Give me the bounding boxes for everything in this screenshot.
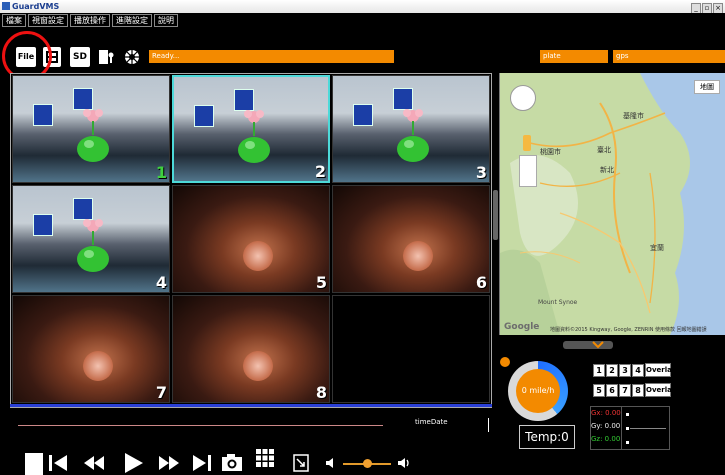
timeline-label: timeDate <box>415 418 448 426</box>
channel-5-button[interactable]: 5 <box>593 384 605 397</box>
overlay2-button[interactable]: Overlay2 <box>645 383 681 397</box>
rewind-icon[interactable] <box>83 455 105 471</box>
panel-splitter[interactable] <box>493 190 498 240</box>
camera-tile-3[interactable]: 3 <box>332 75 490 183</box>
window-title: GuardVMS <box>12 2 60 11</box>
fast-forward-icon[interactable] <box>158 455 180 471</box>
temperature-readout: Temp:0 <box>519 425 575 449</box>
menu-file[interactable]: 檔案 <box>2 14 26 27</box>
camera-tile-7[interactable]: 7 <box>12 295 170 403</box>
play-icon[interactable] <box>123 452 145 474</box>
snapshot-icon[interactable] <box>221 452 243 472</box>
menu-bar: 檔案 視窗設定 播放操作 進階設定 說明 <box>0 13 725 28</box>
gsensor-gx: Gx: 0.00 <box>591 409 621 417</box>
skip-start-icon[interactable] <box>47 453 69 473</box>
map-panel[interactable]: 地圖 基隆市 臺北 桃園市 新北 宜蘭 Mount Synoe Google 地… <box>499 73 725 335</box>
export-icon[interactable] <box>293 454 309 472</box>
camera-number: 4 <box>155 273 167 292</box>
map-expand-handle[interactable] <box>563 341 613 349</box>
channel-4-button[interactable]: 4 <box>632 364 644 377</box>
camera-number: 1 <box>155 163 167 182</box>
settings-icon[interactable] <box>123 47 141 67</box>
video-grid: 1 2 3 4 5 6 7 8 <box>10 73 492 408</box>
overlay1-button[interactable]: Overlay1 <box>645 363 681 377</box>
camera-tile-2[interactable]: 2 <box>172 75 330 183</box>
menu-help[interactable]: 說明 <box>154 14 178 27</box>
flower-figure <box>397 109 429 162</box>
channel-8-button[interactable]: 8 <box>632 384 644 397</box>
stop-icon[interactable] <box>25 453 43 475</box>
map-label-keelung: 基隆市 <box>623 112 644 120</box>
skip-end-icon[interactable] <box>191 453 213 473</box>
gsensor-graph <box>621 406 670 450</box>
gsensor-gz: Gz: 0.00 <box>591 435 621 443</box>
gps-device-icon[interactable] <box>98 47 114 67</box>
channel-7-button[interactable]: 7 <box>619 384 631 397</box>
camera-number: 7 <box>155 383 167 402</box>
camera-tile-8[interactable]: 8 <box>172 295 330 403</box>
speed-gauge: 0 mile/h <box>508 361 568 421</box>
map-canvas <box>500 73 725 335</box>
channel-6-button[interactable]: 6 <box>606 384 618 397</box>
channel-3-button[interactable]: 3 <box>619 364 631 377</box>
street-view-icon[interactable] <box>523 135 531 151</box>
camera-tile-6[interactable]: 6 <box>332 185 490 293</box>
channel-1-button[interactable]: 1 <box>593 364 605 377</box>
camera-tile-4[interactable]: 4 <box>12 185 170 293</box>
timeline-marker <box>488 418 489 432</box>
flower-figure <box>77 109 109 162</box>
camera-number: 6 <box>475 273 487 292</box>
camera-tile-empty[interactable] <box>332 295 490 403</box>
map-label-yilan: 宜蘭 <box>650 244 664 252</box>
chevron-down-icon[interactable] <box>592 341 604 349</box>
gauge-indicator <box>500 357 510 367</box>
status-field: Ready... <box>149 50 394 63</box>
camera-number: 3 <box>475 163 487 182</box>
gsensor-gy: Gy: 0.00 <box>591 422 621 430</box>
map-label-newtaipei: 新北 <box>600 166 614 174</box>
menu-playback[interactable]: 播放操作 <box>70 14 110 27</box>
map-mount-label: Mount Synoe <box>538 299 578 306</box>
map-label-taoyuan: 桃園市 <box>540 148 561 156</box>
volume-slider-thumb[interactable] <box>363 459 372 468</box>
timeline-bar <box>10 404 492 407</box>
flower-figure <box>238 110 270 163</box>
title-bar: GuardVMS _ ▫ × <box>0 0 725 14</box>
map-type-button[interactable]: 地圖 <box>694 80 720 94</box>
volume-low-icon <box>326 458 333 468</box>
camera-number: 5 <box>315 273 327 292</box>
camera-number: 2 <box>314 162 326 181</box>
map-pan-control[interactable] <box>510 85 536 111</box>
flower-figure <box>77 219 109 272</box>
camera-tile-5[interactable]: 5 <box>172 185 330 293</box>
sd-button[interactable]: SD <box>70 47 90 67</box>
grid-layout-icon[interactable] <box>255 448 275 468</box>
timeline[interactable]: timeDate <box>10 413 490 433</box>
speed-readout: 0 mile/h <box>516 369 560 413</box>
map-attribution: 地圖資料©2015 Kingway, Google, ZENRIN 使用條款 回… <box>550 327 707 333</box>
menu-advanced[interactable]: 進階設定 <box>112 14 152 27</box>
menu-window-settings[interactable]: 視窗設定 <box>28 14 68 27</box>
volume-high-icon <box>398 458 409 468</box>
timeline-track <box>18 425 383 426</box>
gps-field: gps <box>613 50 725 63</box>
app-icon <box>2 2 10 10</box>
camera-tile-1[interactable]: 1 <box>12 75 170 183</box>
channel-2-button[interactable]: 2 <box>606 364 618 377</box>
map-zoom-control[interactable] <box>519 155 537 187</box>
google-logo: Google <box>504 322 540 332</box>
map-label-taipei: 臺北 <box>597 146 611 154</box>
gsensor-values: Gx: 0.00 Gy: 0.00 Gz: 0.00 <box>590 406 622 450</box>
camera-number: 8 <box>315 383 327 402</box>
plate-field: plate <box>540 50 608 63</box>
